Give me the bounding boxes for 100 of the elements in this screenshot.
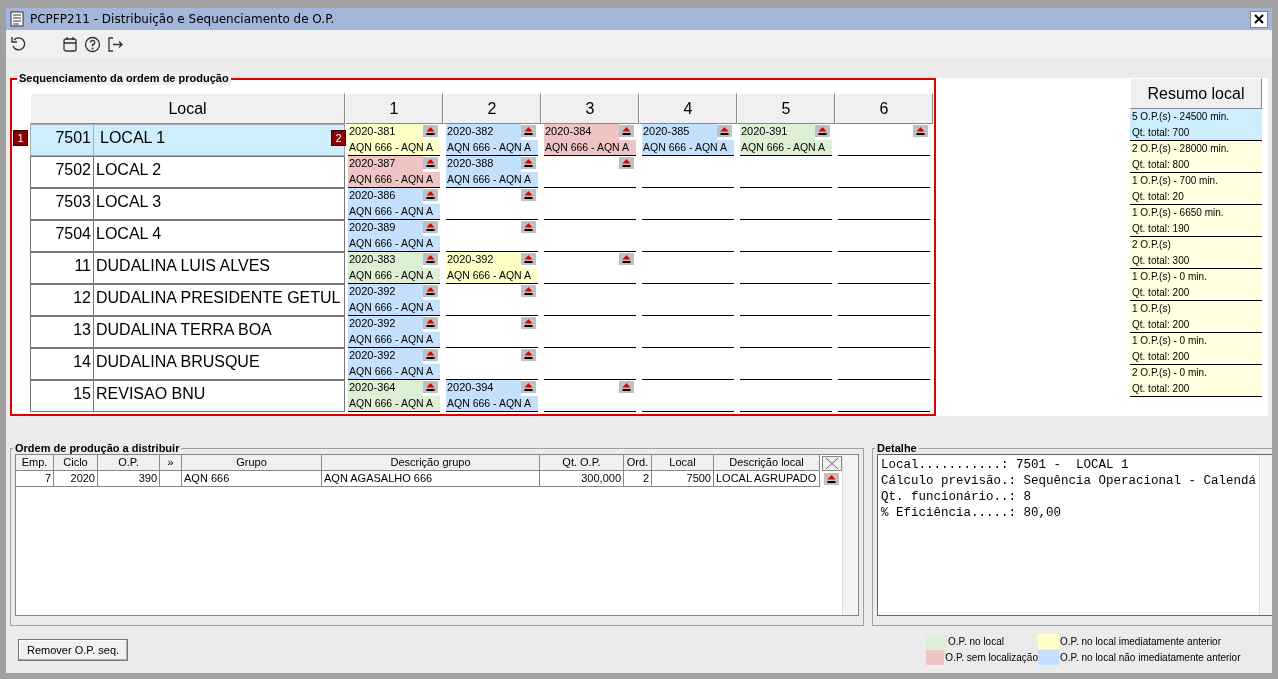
order-number[interactable]: 2020-391 [740,124,815,140]
local-name[interactable]: DUDALINA LUIS ALVES [94,252,345,284]
local-code[interactable]: 12 [30,284,94,316]
column-header[interactable]: Grupo [182,455,322,471]
close-icon[interactable] [1254,14,1264,24]
order-number[interactable]: 2020-394 [446,380,521,396]
column-header[interactable]: Ord. [624,455,652,471]
close-button[interactable] [1250,10,1268,28]
order-description[interactable]: AQN 666 - AQN A [348,364,440,380]
order-number[interactable]: 2020-364 [348,380,423,396]
local-code[interactable]: 7501 [30,124,94,156]
column-header[interactable]: Emp. [16,455,54,471]
order-number[interactable]: 2020-381 [348,124,423,140]
eject-icon[interactable] [521,189,536,201]
eject-icon[interactable] [521,349,536,361]
eject-icon[interactable] [423,157,438,169]
column-header[interactable]: 6 [835,93,933,124]
eject-icon[interactable] [717,125,732,137]
scrollbar[interactable] [1259,455,1272,615]
local-name[interactable]: LOCAL 4 [94,220,345,252]
order-description[interactable]: AQN 666 - AQN A [348,204,440,220]
order-number[interactable]: 2020-385 [642,124,717,140]
order-number[interactable]: 2020-392 [446,252,521,268]
local-code[interactable]: 14 [30,348,94,380]
column-header[interactable]: 1 [345,93,443,124]
order-description[interactable]: AQN 666 - AQN A [446,140,538,156]
order-number[interactable]: 2020-389 [348,220,423,236]
eject-icon[interactable] [423,221,438,233]
order-description[interactable]: AQN 666 - AQN A [740,140,832,156]
local-name[interactable]: LOCAL 2 [94,156,345,188]
local-code[interactable]: 7504 [30,220,94,252]
eject-icon[interactable] [521,381,536,393]
order-number[interactable]: 2020-387 [348,156,423,172]
exit-icon[interactable] [107,35,124,53]
calendar-icon[interactable] [62,36,78,52]
local-name[interactable]: DUDALINA PRESIDENTE GETUL [94,284,345,316]
order-number[interactable]: 2020-392 [348,284,423,300]
eject-icon[interactable] [619,157,634,169]
column-header[interactable]: Qt. O.P. [540,455,624,471]
column-header[interactable]: 4 [639,93,737,124]
order-description[interactable]: AQN 666 - AQN A [348,140,440,156]
local-code[interactable]: 15 [30,380,94,412]
order-number[interactable]: 2020-392 [348,316,423,332]
column-header[interactable]: Local [652,455,714,471]
order-description[interactable]: AQN 666 - AQN A [446,172,538,188]
local-code[interactable]: 7502 [30,156,94,188]
eject-icon[interactable] [521,285,536,297]
local-name[interactable]: REVISAO BNU [94,380,345,412]
order-number[interactable]: 2020-392 [348,348,423,364]
eject-icon[interactable] [521,253,536,265]
column-header[interactable]: 2 [443,93,541,124]
order-description[interactable]: AQN 666 - AQN A [544,140,636,156]
column-header[interactable]: Local [30,93,345,124]
remove-button[interactable]: Remover O.P. seq. [18,638,129,661]
eject-icon[interactable] [619,125,634,137]
column-header[interactable]: Ciclo [54,455,98,471]
eject-icon[interactable] [423,189,438,201]
eject-icon[interactable] [619,253,634,265]
eject-icon[interactable] [423,317,438,329]
column-header[interactable]: O.P. [98,455,160,471]
eject-icon[interactable] [824,473,839,485]
order-number[interactable]: 2020-386 [348,188,423,204]
eject-icon[interactable] [521,317,536,329]
order-number[interactable]: 2020-382 [446,124,521,140]
order-description[interactable]: AQN 666 - AQN A [348,268,440,284]
eject-icon[interactable] [913,125,928,137]
eject-icon[interactable] [521,157,536,169]
undo-icon[interactable] [10,35,28,53]
order-description[interactable]: AQN 666 - AQN A [348,172,440,188]
column-header[interactable]: Descrição local [714,455,820,471]
eject-icon[interactable] [423,285,438,297]
scrollbar[interactable] [842,455,858,615]
local-code[interactable]: 7503 [30,188,94,220]
eject-icon[interactable] [619,381,634,393]
order-description[interactable]: AQN 666 - AQN A [348,300,440,316]
order-description[interactable]: AQN 666 - AQN A [348,396,440,412]
order-description[interactable]: AQN 666 - AQN A [348,236,440,252]
eject-icon[interactable] [423,349,438,361]
local-name[interactable]: DUDALINA BRUSQUE [94,348,345,380]
eject-icon[interactable] [423,381,438,393]
column-header[interactable]: 5 [737,93,835,124]
column-header[interactable]: Descrição grupo [322,455,540,471]
local-name[interactable]: DUDALINA TERRA BOA [94,316,345,348]
eject-icon[interactable] [423,125,438,137]
order-description[interactable]: AQN 666 - AQN A [446,268,538,284]
eject-icon[interactable] [521,125,536,137]
order-number[interactable]: 2020-384 [544,124,619,140]
local-code[interactable]: 13 [30,316,94,348]
eject-icon[interactable] [815,125,830,137]
column-header[interactable]: » [160,455,182,471]
order-description[interactable]: AQN 666 - AQN A [348,332,440,348]
column-header[interactable]: Resumo local [1130,78,1262,109]
local-name[interactable]: LOCAL 3 [94,188,345,220]
help-icon[interactable] [84,35,101,53]
eject-icon[interactable] [521,221,536,233]
column-header[interactable]: 3 [541,93,639,124]
order-description[interactable]: AQN 666 - AQN A [642,140,734,156]
eject-icon[interactable] [423,253,438,265]
order-description[interactable]: AQN 666 - AQN A [446,396,538,412]
order-number[interactable]: 2020-388 [446,156,521,172]
